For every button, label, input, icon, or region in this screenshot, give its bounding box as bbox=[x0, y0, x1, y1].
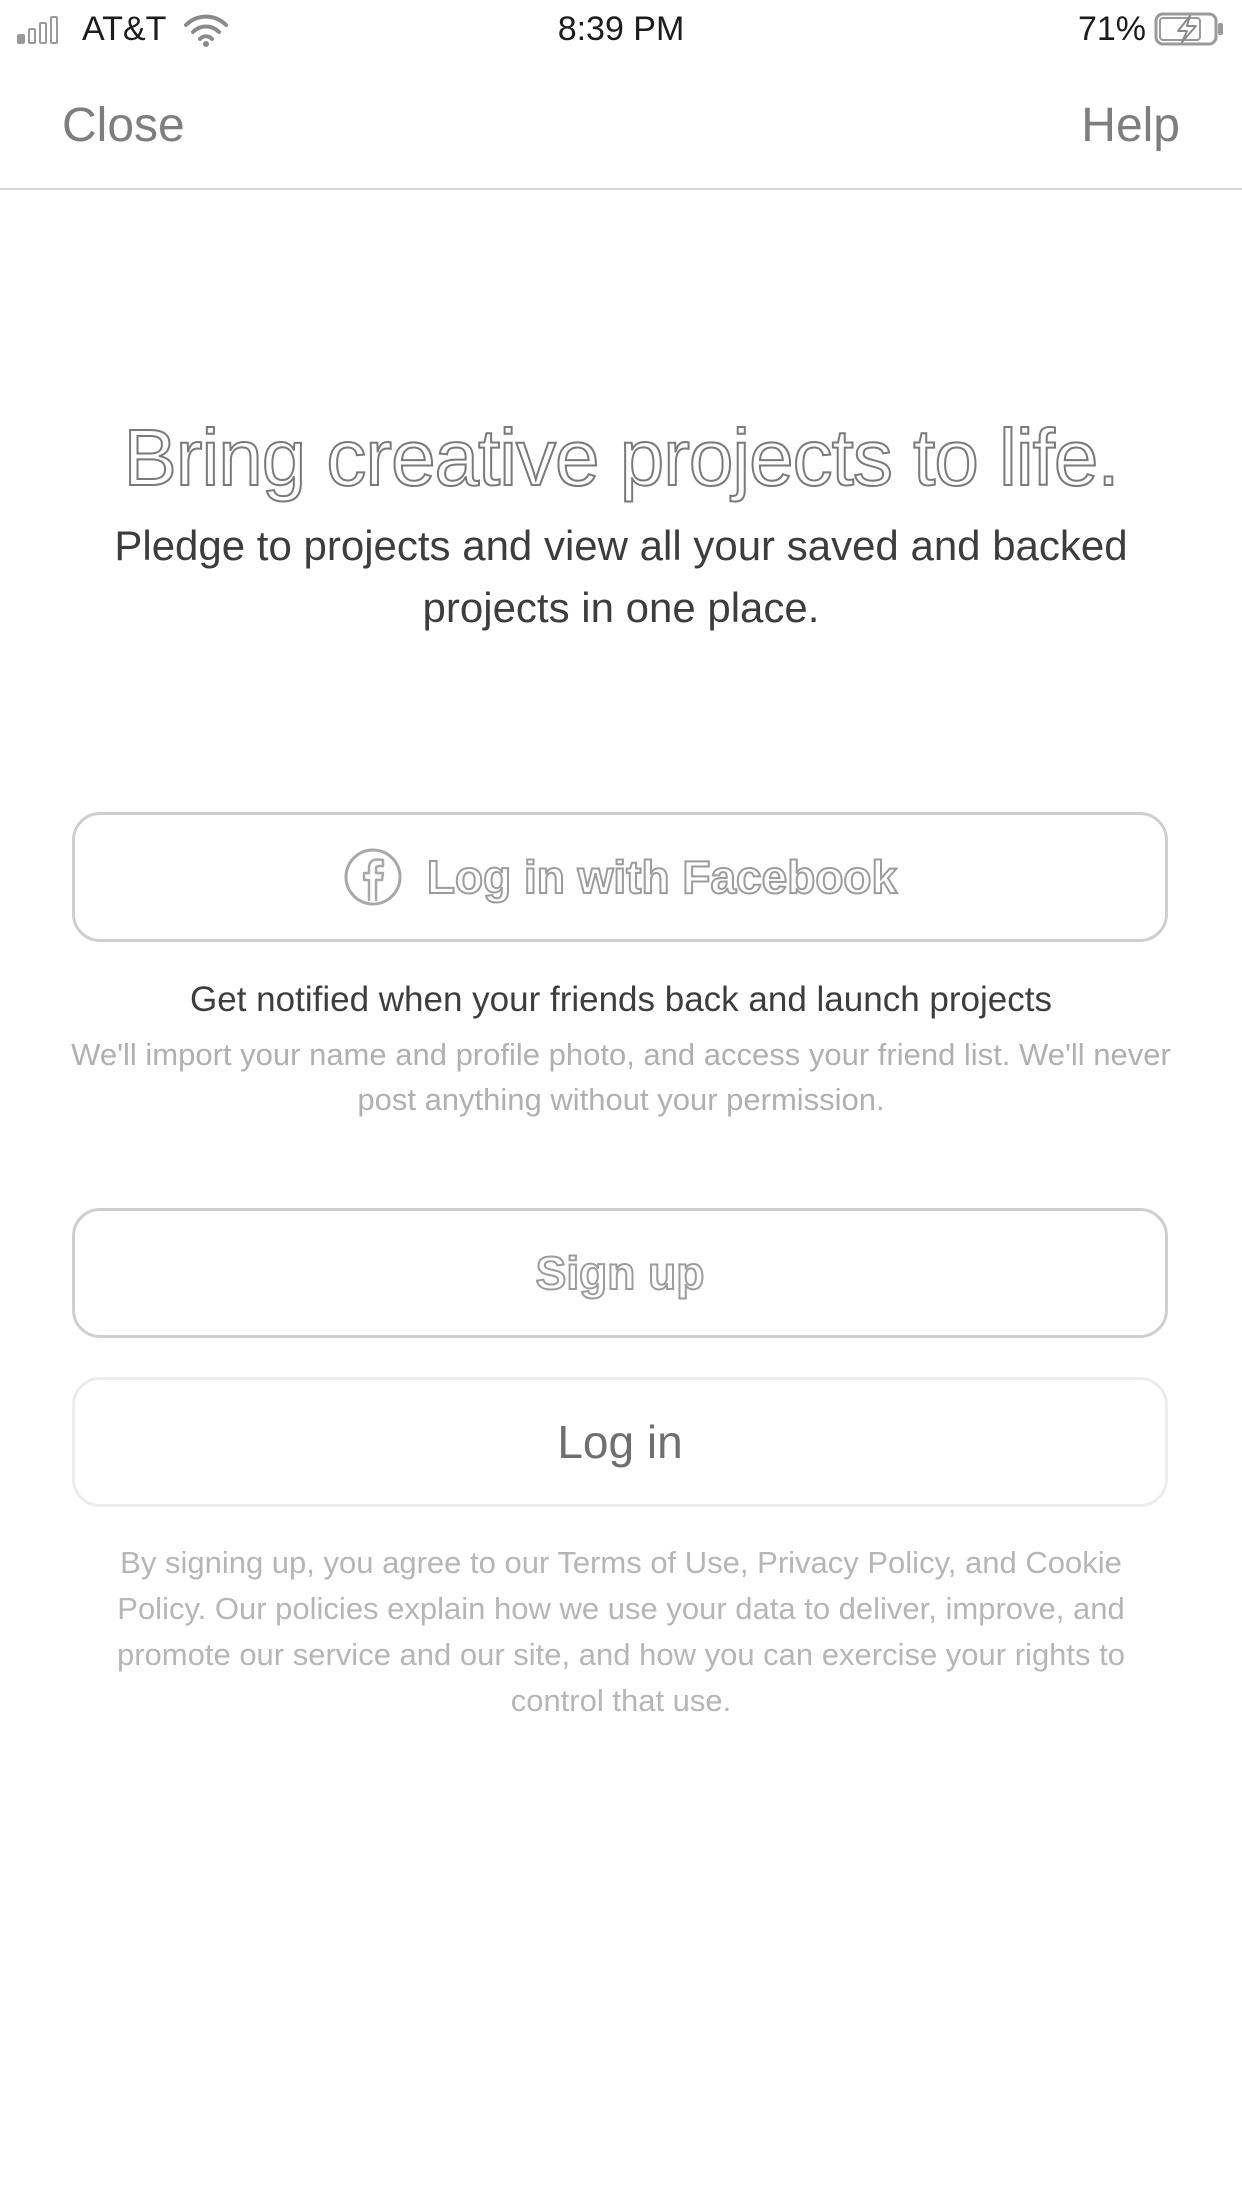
facebook-note-title: Get notified when your friends back and … bbox=[190, 980, 1052, 1019]
legal-disclaimer: By signing up, you agree to our Terms of… bbox=[116, 1545, 1125, 1718]
help-button[interactable]: Help bbox=[1081, 98, 1180, 153]
sign-up-button[interactable]: Sign up bbox=[72, 1208, 1168, 1338]
facebook-note-body: We'll import your name and profile photo… bbox=[71, 1037, 1171, 1117]
status-bar: AT&T 8:39 PM 71% bbox=[0, 0, 1242, 60]
facebook-icon bbox=[344, 848, 402, 906]
facebook-login-label: Log in with Facebook bbox=[426, 850, 898, 904]
status-time: 8:39 PM bbox=[557, 10, 685, 48]
log-in-label: Log in bbox=[557, 1416, 683, 1468]
hero-title: Bring creative projects to life. bbox=[122, 412, 1120, 503]
close-button[interactable]: Close bbox=[62, 98, 185, 153]
sign-up-label: Sign up bbox=[535, 1246, 706, 1300]
nav-bar: Close Help bbox=[0, 60, 1242, 190]
battery-charging-icon bbox=[1154, 12, 1223, 46]
log-in-button[interactable]: Log in bbox=[72, 1377, 1168, 1507]
battery-percentage: 71% bbox=[1077, 10, 1146, 48]
hero-subtitle: Pledge to projects and view all your sav… bbox=[114, 522, 1128, 631]
facebook-login-button[interactable]: Log in with Facebook bbox=[72, 812, 1168, 942]
